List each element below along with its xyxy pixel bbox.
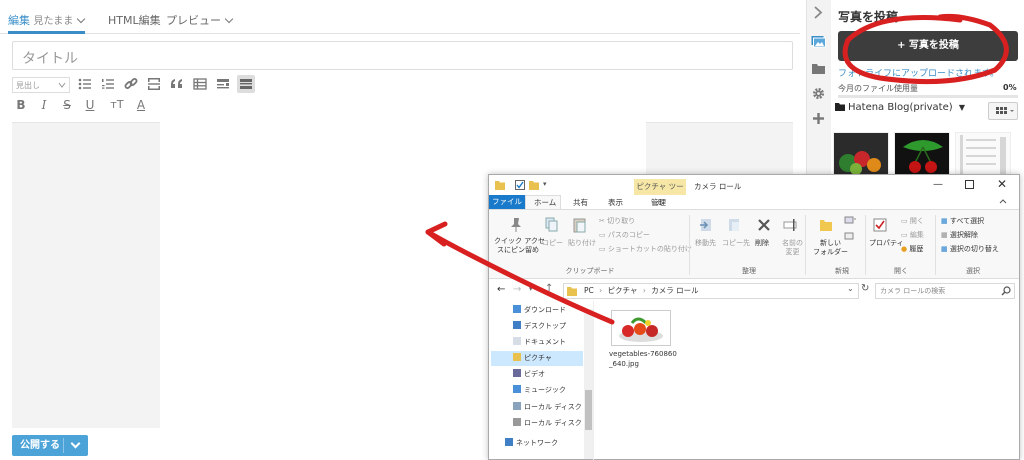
annotation-overlay bbox=[425, 13, 1009, 325]
annotation-circle bbox=[842, 13, 1009, 85]
annotation-arrowhead bbox=[425, 221, 448, 247]
annotation-arrow bbox=[425, 229, 615, 325]
